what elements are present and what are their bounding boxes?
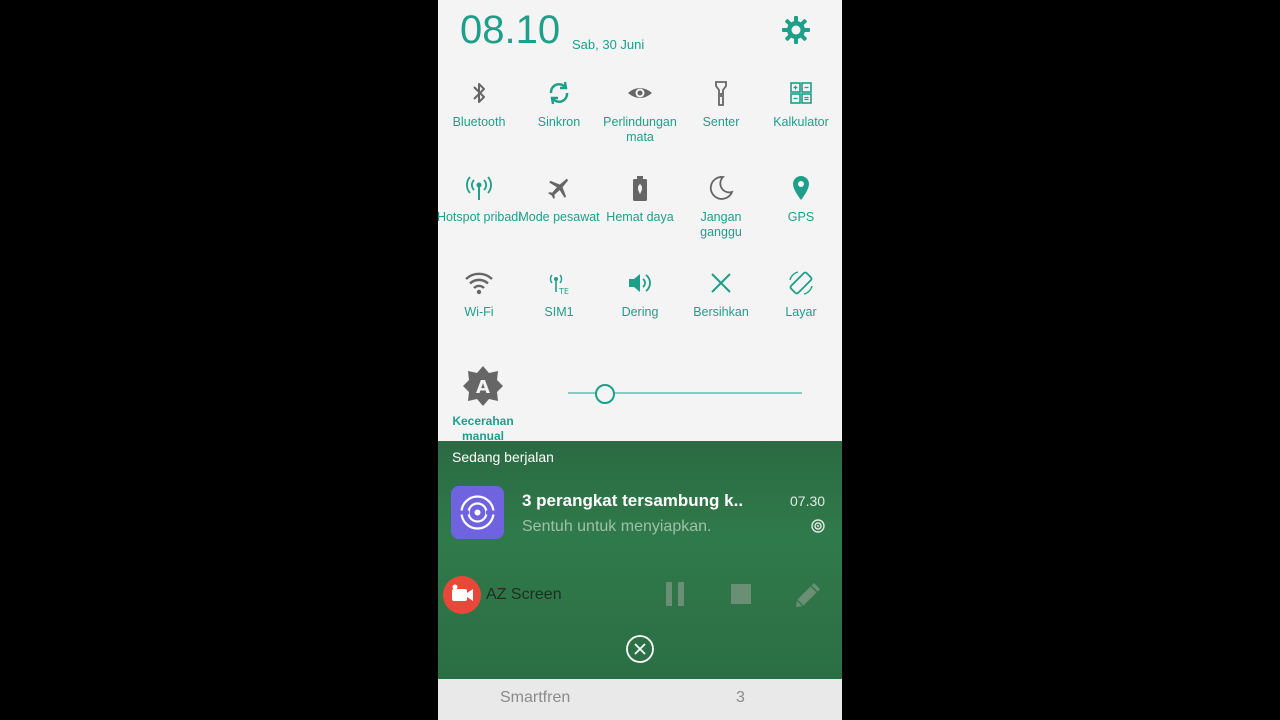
notification-panel: Sedang berjalan 3 perangkat tersambung k…	[438, 441, 842, 679]
svg-text:TE: TE	[558, 287, 569, 296]
tile-label: Mode pesawat	[518, 210, 600, 224]
tile-sync[interactable]: Sinkron	[516, 78, 602, 130]
pause-icon[interactable]	[664, 581, 686, 607]
flashlight-icon	[715, 81, 727, 106]
tile-hotspot[interactable]: Hotspot pribadi	[438, 173, 522, 225]
battery-saver-icon	[633, 176, 647, 201]
tile-label: SIM1	[544, 305, 574, 319]
tile-screen-rotate[interactable]: Layar	[758, 268, 842, 320]
tile-label: GPS	[787, 210, 815, 224]
settings-gear-icon[interactable]	[780, 14, 812, 46]
tile-wifi[interactable]: Wi-Fi	[438, 268, 522, 320]
notification-title: 3 perangkat tersambung k..	[522, 491, 744, 510]
brightness-label: Kecerahan manual	[452, 414, 514, 443]
moon-icon	[709, 176, 734, 200]
airplane-icon	[548, 178, 569, 199]
tile-label: Layar	[785, 305, 817, 319]
close-x-icon	[711, 273, 731, 293]
tile-eye-protection[interactable]: Perlindungan mata	[597, 78, 683, 145]
tile-label: Hemat daya	[606, 210, 674, 224]
hotspot-icon	[466, 176, 492, 200]
speaker-icon	[629, 274, 651, 292]
tile-label: Perlindungan mata	[603, 115, 677, 144]
tile-label: Senter	[702, 115, 740, 129]
recorder-app-name: AZ Screen	[486, 586, 562, 603]
date: Sab, 30 Juni	[572, 37, 645, 52]
tile-gps[interactable]: GPS	[758, 173, 842, 225]
lte-signal-icon: TE	[549, 274, 569, 296]
sync-icon	[549, 81, 569, 105]
tile-label: Dering	[621, 305, 659, 319]
notification-shade: 08.10 Sab, 30 Juni Bluetooth Sinkron Per…	[438, 0, 842, 720]
stop-icon[interactable]	[730, 583, 752, 605]
tile-label: Jangan ganggu	[700, 210, 742, 239]
tile-airplane[interactable]: Mode pesawat	[516, 173, 602, 225]
brightness-letter: A	[476, 377, 490, 398]
carrier-name: Smartfren	[500, 689, 571, 706]
bluetooth-icon	[473, 83, 485, 103]
tile-flashlight[interactable]: Senter	[678, 78, 764, 130]
notification-section-title: Sedang berjalan	[452, 449, 554, 465]
tile-clear[interactable]: Bersihkan	[678, 268, 764, 320]
screen-rotate-icon	[789, 271, 813, 295]
location-pin-icon	[793, 176, 809, 200]
carrier-bar: Smartfren 3	[438, 679, 842, 720]
auto-brightness-icon[interactable]: A	[462, 365, 504, 407]
wifi-icon	[465, 272, 493, 295]
tile-label: Kalkulator	[773, 115, 829, 129]
carrier-count: 3	[736, 689, 745, 706]
tile-label: Bersihkan	[693, 305, 749, 319]
calculator-icon	[790, 82, 812, 104]
tile-battery-saver[interactable]: Hemat daya	[597, 173, 683, 225]
tile-do-not-disturb[interactable]: Jangan ganggu	[678, 173, 764, 240]
notification-time: 07.30	[790, 493, 826, 509]
clock: 08.10	[460, 8, 561, 52]
pencil-edit-icon[interactable]	[792, 579, 824, 611]
tile-label: Sinkron	[537, 115, 581, 129]
connected-devices-small-icon	[811, 519, 825, 533]
connected-devices-app-icon	[451, 486, 504, 539]
tile-calculator[interactable]: Kalkulator	[758, 78, 842, 130]
brightness-slider-thumb[interactable]	[595, 384, 616, 404]
tile-label: Hotspot pribadi	[438, 210, 522, 224]
notification-subtitle: Sentuh untuk menyiapkan.	[522, 518, 712, 535]
eye-icon	[628, 88, 652, 98]
dismiss-all-icon[interactable]	[625, 634, 655, 664]
az-screen-recorder-icon[interactable]	[443, 576, 481, 614]
tile-bluetooth[interactable]: Bluetooth	[438, 78, 522, 130]
tile-ring[interactable]: Dering	[597, 268, 683, 320]
tile-sim1[interactable]: TE SIM1	[516, 268, 602, 320]
tile-label: Wi-Fi	[464, 305, 494, 319]
tile-label: Bluetooth	[452, 115, 506, 129]
